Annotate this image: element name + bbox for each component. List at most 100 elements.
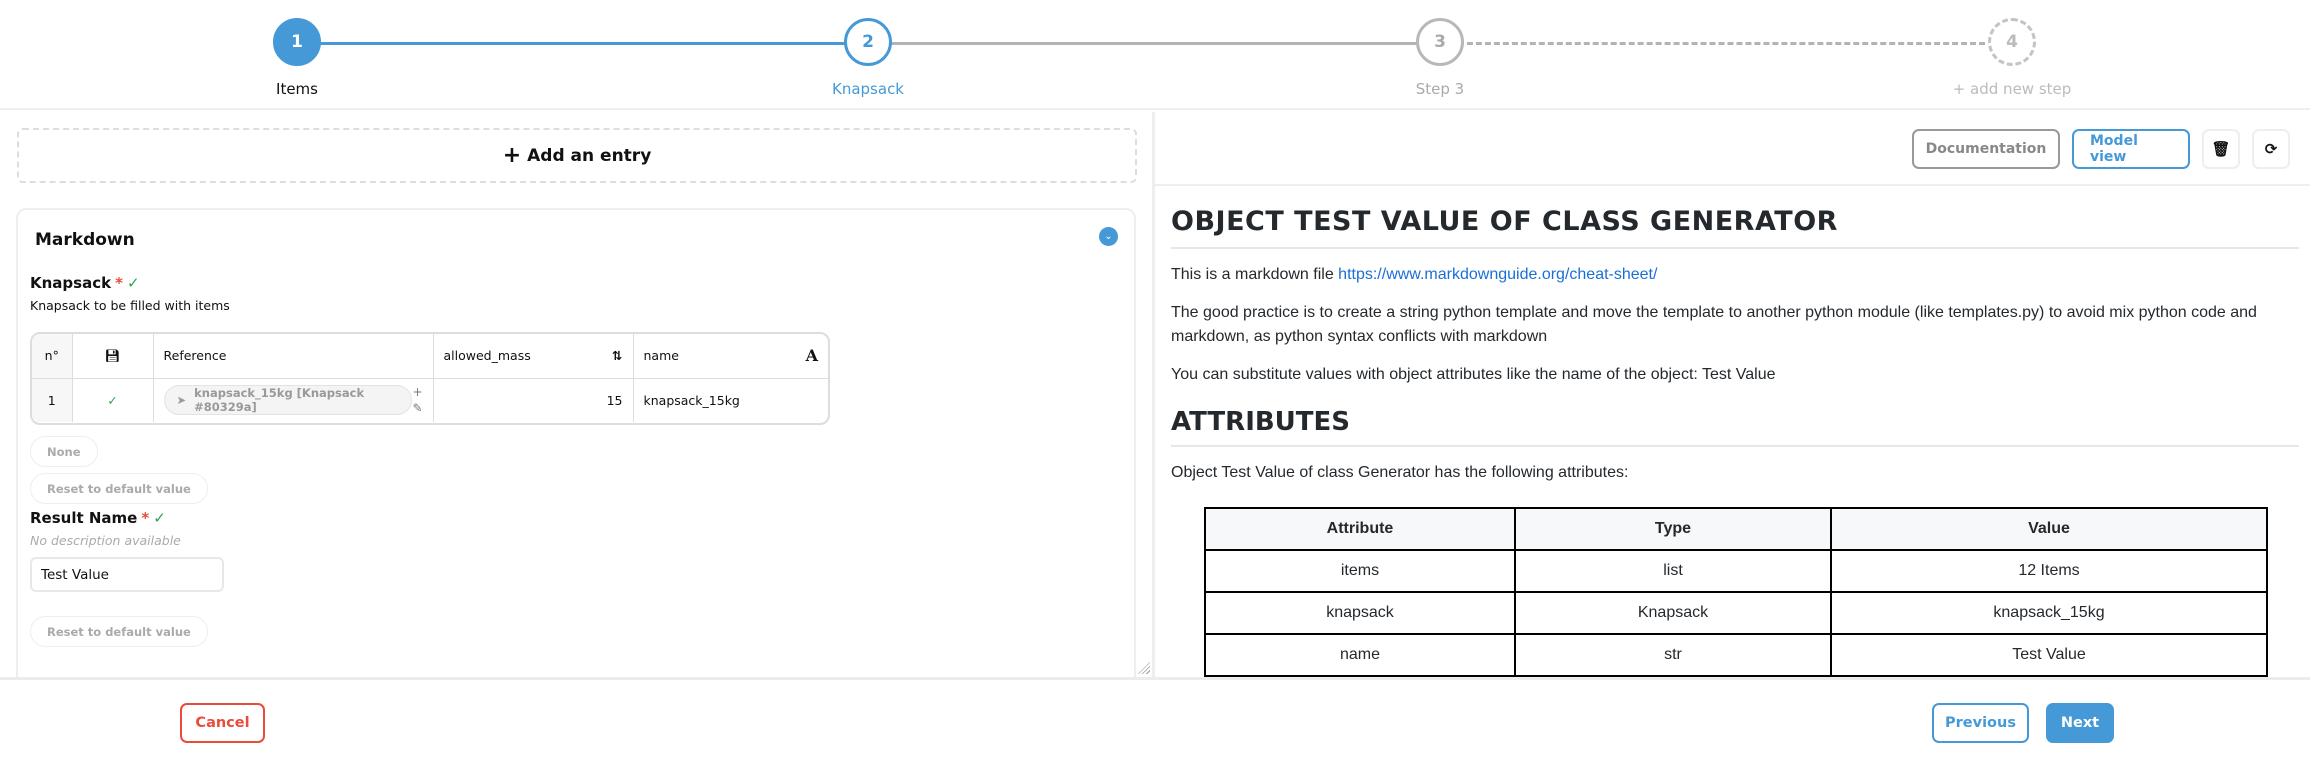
step-items[interactable]: 1 Items — [227, 18, 367, 98]
field-label-text: Result Name — [30, 509, 138, 527]
step-connector-completed — [297, 42, 868, 45]
table-row: name str Test Value — [1204, 633, 2268, 677]
cell-attribute: name — [1204, 633, 1516, 677]
reset-default-button[interactable]: Reset to default value — [30, 616, 208, 647]
result-name-description: No description available — [30, 533, 181, 548]
step-number: 1 — [273, 18, 321, 66]
cheat-sheet-link[interactable]: https://www.markdownguide.org/cheat-shee… — [1338, 266, 1657, 283]
col-saved: 💾︎ — [72, 334, 154, 379]
footer-divider — [0, 677, 2310, 680]
preview-toolbar: Documentation Model view 🗑︎ ⟳ — [1912, 129, 2290, 169]
cursor-icon: ➤ — [176, 393, 187, 408]
table-header-row: Attribute Type Value — [1204, 507, 2268, 551]
step-number: 4 — [1988, 18, 2036, 66]
step-label: Step 3 — [1415, 80, 1465, 98]
attributes-heading: ATTRIBUTES — [1171, 387, 2299, 447]
refresh-button[interactable]: ⟳ — [2252, 129, 2290, 169]
knapsack-table: n° 💾︎ Reference allowed_mass ⇅ name A 1 ✓ — [30, 332, 830, 425]
cell-index: 1 — [32, 378, 73, 422]
step-number: 2 — [844, 18, 892, 66]
table-row: knapsack Knapsack knapsack_15kg — [1204, 591, 2268, 635]
col-attribute: Attribute — [1204, 507, 1516, 551]
knapsack-description: Knapsack to be filled with items — [30, 298, 230, 313]
markdown-card: Markdown ⌄ Knapsack * ✓ Knapsack to be fil… — [16, 208, 1136, 678]
check-icon: ✓ — [126, 274, 140, 292]
reference-pill[interactable]: ➤ knapsack_15kg [Knapsack #80329a] — [163, 385, 413, 416]
add-entry-button[interactable]: + Add an entry — [17, 128, 1137, 183]
col-value: Value — [1830, 507, 2268, 551]
cell-type: str — [1514, 633, 1832, 677]
markdown-title: OBJECT TEST VALUE OF CLASS GENERATOR — [1171, 198, 2299, 249]
required-mark: * — [115, 274, 123, 292]
resize-handle[interactable] — [1138, 662, 1150, 674]
attributes-table: Attribute Type Value items list 12 Items… — [1204, 507, 2268, 677]
add-step-button[interactable]: 4 + add new step — [1942, 18, 2082, 98]
cell-name[interactable]: knapsack_15kg — [633, 378, 828, 422]
attributes-intro: Object Test Value of class Generator has… — [1171, 464, 1629, 481]
check-icon: ✓ — [153, 509, 166, 527]
none-button[interactable]: None — [30, 436, 98, 467]
cell-attribute: knapsack — [1204, 591, 1516, 635]
cell-saved: ✓ — [72, 378, 154, 422]
reference-text: knapsack_15kg [Knapsack #80329a] — [194, 386, 365, 415]
table-row: items list 12 Items — [1204, 549, 2268, 593]
markdown-preview: OBJECT TEST VALUE OF CLASS GENERATOR Thi… — [1171, 198, 2299, 677]
refresh-icon: ⟳ — [2264, 140, 2278, 158]
col-name[interactable]: name A — [633, 334, 828, 379]
cancel-button[interactable]: Cancel — [180, 703, 265, 743]
documentation-button[interactable]: Documentation — [1912, 129, 2060, 169]
card-title: Markdown — [35, 230, 135, 250]
toolbar-divider — [1155, 184, 2310, 186]
reset-default-button[interactable]: Reset to default value — [30, 473, 208, 504]
col-allowed-mass[interactable]: allowed_mass ⇅ — [433, 334, 634, 379]
required-mark: * — [141, 509, 150, 527]
step-3[interactable]: 3 Step 3 — [1370, 18, 1510, 98]
result-name-input[interactable] — [30, 557, 224, 592]
cell-value: 12 Items — [1830, 549, 2268, 593]
next-button[interactable]: Next — [2046, 703, 2114, 743]
field-label-text: Knapsack — [30, 274, 112, 292]
cell-value: Test Value — [1830, 633, 2268, 677]
cell-attribute: items — [1204, 549, 1516, 593]
intro-text: This is a markdown file — [1171, 266, 1339, 283]
previous-button[interactable]: Previous — [1932, 703, 2029, 743]
markdown-paragraph: You can substitute values with object at… — [1171, 366, 1776, 383]
step-connector-pending — [868, 42, 1440, 45]
chevron-down-icon[interactable]: ⌄ — [1099, 227, 1118, 246]
step-number: 3 — [1416, 18, 1464, 66]
step-label: + add new step — [1952, 80, 2072, 98]
col-index: n° — [32, 334, 73, 379]
save-icon: 💾︎ — [104, 347, 121, 363]
check-icon: ✓ — [107, 392, 118, 408]
markdown-intro: This is a markdown file https://www.mark… — [1171, 263, 2299, 287]
step-connector-add — [1440, 42, 2012, 45]
table-row[interactable]: 1 ✓ ➤ knapsack_15kg [Knapsack #80329a] + ✎… — [32, 378, 828, 422]
col-reference: Reference — [153, 334, 434, 379]
cell-type: Knapsack — [1514, 591, 1832, 635]
cell-allowed-mass[interactable]: 15 — [433, 378, 634, 422]
trash-icon: 🗑︎ — [2211, 140, 2231, 158]
col-type: Type — [1514, 507, 1832, 551]
markdown-paragraph: The good practice is to create a string … — [1171, 304, 2257, 345]
form-panel: + Add an entry Markdown ⌄ Knapsack * ✓ Kna… — [0, 112, 1152, 678]
col-label: name — [643, 348, 679, 364]
sort-numeric-icon[interactable]: ⇅ — [612, 348, 622, 363]
delete-button[interactable]: 🗑︎ — [2202, 129, 2240, 169]
add-icon[interactable]: + — [412, 384, 422, 400]
knapsack-field-label: Knapsack * ✓ — [30, 274, 140, 292]
plus-icon: + — [502, 143, 522, 168]
add-entry-label: Add an entry — [527, 145, 652, 166]
table-header-row: n° 💾︎ Reference allowed_mass ⇅ name A — [32, 334, 828, 379]
preview-panel: Documentation Model view 🗑︎ ⟳ OBJECT TES… — [1155, 112, 2310, 678]
edit-pencil-icon[interactable]: ✎ — [412, 400, 422, 416]
cell-type: list — [1514, 549, 1832, 593]
step-label: Knapsack — [832, 80, 904, 98]
step-knapsack[interactable]: 2 Knapsack — [798, 18, 938, 98]
cell-value: knapsack_15kg — [1830, 591, 2268, 635]
text-type-icon[interactable]: A — [806, 346, 818, 365]
model-view-button[interactable]: Model view — [2072, 129, 2190, 169]
cell-reference: ➤ knapsack_15kg [Knapsack #80329a] + ✎ — [153, 378, 434, 422]
step-label: Items — [276, 80, 318, 98]
result-name-field-label: Result Name * ✓ — [30, 509, 166, 527]
col-label: allowed_mass — [443, 348, 531, 364]
